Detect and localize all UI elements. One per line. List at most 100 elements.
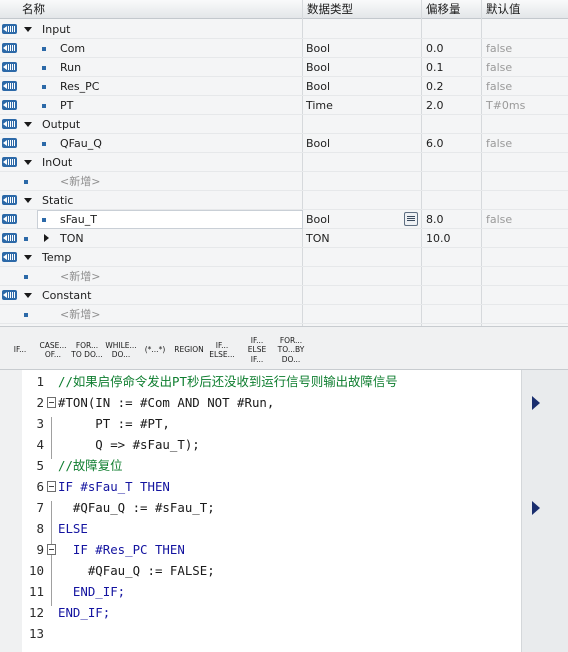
variable-default[interactable]: false — [486, 39, 512, 58]
code-text[interactable]: #QFau_Q := #sFau_T; — [58, 497, 215, 518]
fold-toggle-icon[interactable] — [47, 397, 56, 408]
table-row[interactable]: Static — [0, 191, 568, 210]
code-text[interactable]: END_IF; — [58, 581, 125, 602]
code-text[interactable]: END_IF; — [58, 602, 110, 623]
code-text[interactable]: IF #sFau_T THEN — [58, 476, 170, 497]
section-name: InOut — [42, 156, 73, 169]
line-number: 8 — [36, 521, 44, 536]
table-row[interactable]: <新增> — [0, 305, 568, 324]
comment-block-button[interactable]: (*...*) — [139, 333, 171, 367]
table-row[interactable]: Constant — [0, 286, 568, 305]
expand-arrow-icon[interactable] — [44, 234, 49, 242]
expand-arrow-icon[interactable] — [24, 255, 32, 260]
code-text[interactable]: #QFau_Q := FALSE; — [58, 560, 215, 581]
expand-arrow-icon[interactable] — [24, 198, 32, 203]
code-text[interactable]: #TON(IN := #Com AND NOT #Run, — [58, 392, 274, 413]
table-row[interactable]: <新增> — [0, 172, 568, 191]
variable-name[interactable]: Run — [60, 58, 81, 77]
code-line[interactable]: 12 END_IF; — [0, 602, 568, 623]
table-row[interactable]: PT Time 2.0 T#0ms — [0, 96, 568, 115]
variable-type[interactable]: Bool — [306, 39, 330, 58]
fold-toggle-icon[interactable] — [47, 481, 56, 492]
case-of-button[interactable]: CASE... OF... — [37, 333, 69, 367]
variable-name[interactable]: Com — [60, 39, 85, 58]
line-number: 5 — [36, 458, 44, 473]
if-elsif-button[interactable]: IF... ELSE IF... — [241, 333, 273, 367]
variable-default[interactable]: T#0ms — [486, 96, 525, 115]
code-line[interactable]: 2 #TON(IN := #Com AND NOT #Run, — [0, 392, 568, 413]
code-line[interactable]: 8 ELSE — [0, 518, 568, 539]
variable-type[interactable]: Bool — [306, 210, 330, 229]
add-new-placeholder[interactable]: <新增> — [60, 267, 100, 286]
code-line[interactable]: 11 END_IF; — [0, 581, 568, 602]
variable-type[interactable]: TON — [306, 229, 330, 248]
variable-default[interactable]: false — [486, 134, 512, 153]
table-row[interactable]: Output — [0, 115, 568, 134]
code-text[interactable]: PT := #PT, — [58, 413, 170, 434]
region-button[interactable]: REGION — [173, 333, 205, 367]
line-number: 4 — [36, 437, 44, 452]
table-row[interactable]: <新增> — [0, 267, 568, 286]
expand-arrow-icon[interactable] — [24, 160, 32, 165]
code-text[interactable]: IF #Res_PC THEN — [58, 539, 185, 560]
header-offset[interactable]: 偏移量 — [421, 0, 481, 19]
table-row[interactable]: Com Bool 0.0 false — [0, 39, 568, 58]
expand-arrow-icon[interactable] — [24, 122, 32, 127]
datatype-dropdown-icon[interactable] — [404, 212, 418, 226]
expand-arrow-icon[interactable] — [24, 293, 32, 298]
variable-name[interactable]: PT — [60, 96, 73, 115]
table-row[interactable]: Input — [0, 20, 568, 39]
instruction-toolbar: IF... CASE... OF... FOR... TO DO... WHIL… — [0, 326, 568, 370]
if-else-button[interactable]: IF... ELSE... — [206, 333, 238, 367]
variable-type[interactable]: Bool — [306, 58, 330, 77]
table-row[interactable]: Run Bool 0.1 false — [0, 58, 568, 77]
while-do-button[interactable]: WHILE... DO... — [105, 333, 137, 367]
code-line[interactable]: 9 IF #Res_PC THEN — [0, 539, 568, 560]
table-row[interactable]: TON TON 10.0 — [0, 229, 568, 248]
variable-name[interactable]: sFau_T — [60, 210, 97, 229]
code-line[interactable]: 3 PT := #PT, — [0, 413, 568, 434]
expand-arrow-icon[interactable] — [24, 27, 32, 32]
code-text[interactable]: //如果启停命令发出PT秒后还没收到运行信号则输出故障信号 — [58, 371, 398, 392]
code-line[interactable]: 5 //故障复位 — [0, 455, 568, 476]
interface-io-icon — [2, 214, 17, 224]
code-text[interactable]: ELSE — [58, 518, 88, 539]
table-row[interactable]: InOut — [0, 153, 568, 172]
add-new-placeholder[interactable]: <新增> — [60, 172, 100, 191]
header-default[interactable]: 默认值 — [481, 0, 568, 19]
code-text[interactable]: Q => #sFau_T); — [58, 434, 199, 455]
variable-name[interactable]: TON — [60, 229, 84, 248]
header-datatype[interactable]: 数据类型 — [302, 0, 422, 19]
for-to-by-do-button[interactable]: FOR... TO...BY DO... — [275, 333, 307, 367]
code-line[interactable]: 13 — [0, 623, 568, 644]
line-number: 9 — [36, 542, 44, 557]
if-button[interactable]: IF... — [4, 333, 36, 367]
code-line[interactable]: 7 #QFau_Q := #sFau_T; — [0, 497, 568, 518]
scl-code-editor[interactable]: 1 //如果启停命令发出PT秒后还没收到运行信号则输出故障信号 2 #TON(I… — [0, 370, 568, 652]
fold-toggle-icon[interactable] — [47, 544, 56, 555]
table-row[interactable]: Temp — [0, 248, 568, 267]
variable-name[interactable]: QFau_Q — [60, 134, 102, 153]
variable-type[interactable]: Time — [306, 96, 333, 115]
table-row[interactable]: QFau_Q Bool 6.0 false — [0, 134, 568, 153]
table-row[interactable]: Res_PC Bool 0.2 false — [0, 77, 568, 96]
code-line[interactable]: 1 //如果启停命令发出PT秒后还没收到运行信号则输出故障信号 — [0, 371, 568, 392]
variable-icon — [42, 218, 46, 222]
variable-type[interactable]: Bool — [306, 134, 330, 153]
variable-type[interactable]: Bool — [306, 77, 330, 96]
header-name[interactable]: 名称 — [18, 0, 303, 19]
line-number: 10 — [28, 563, 44, 578]
table-row-selected[interactable]: sFau_T Bool 8.0 false — [0, 210, 568, 229]
add-new-placeholder[interactable]: <新增> — [60, 305, 100, 324]
code-line[interactable]: 4 Q => #sFau_T); — [0, 434, 568, 455]
code-line[interactable]: 6 IF #sFau_T THEN — [0, 476, 568, 497]
line-number: 3 — [36, 416, 44, 431]
for-to-do-button[interactable]: FOR... TO DO... — [71, 333, 103, 367]
variable-name[interactable]: Res_PC — [60, 77, 99, 96]
code-text[interactable]: //故障复位 — [58, 455, 122, 476]
variable-default[interactable]: false — [486, 210, 512, 229]
line-number: 6 — [36, 479, 44, 494]
code-line[interactable]: 10 #QFau_Q := FALSE; — [0, 560, 568, 581]
variable-default[interactable]: false — [486, 58, 512, 77]
variable-default[interactable]: false — [486, 77, 512, 96]
